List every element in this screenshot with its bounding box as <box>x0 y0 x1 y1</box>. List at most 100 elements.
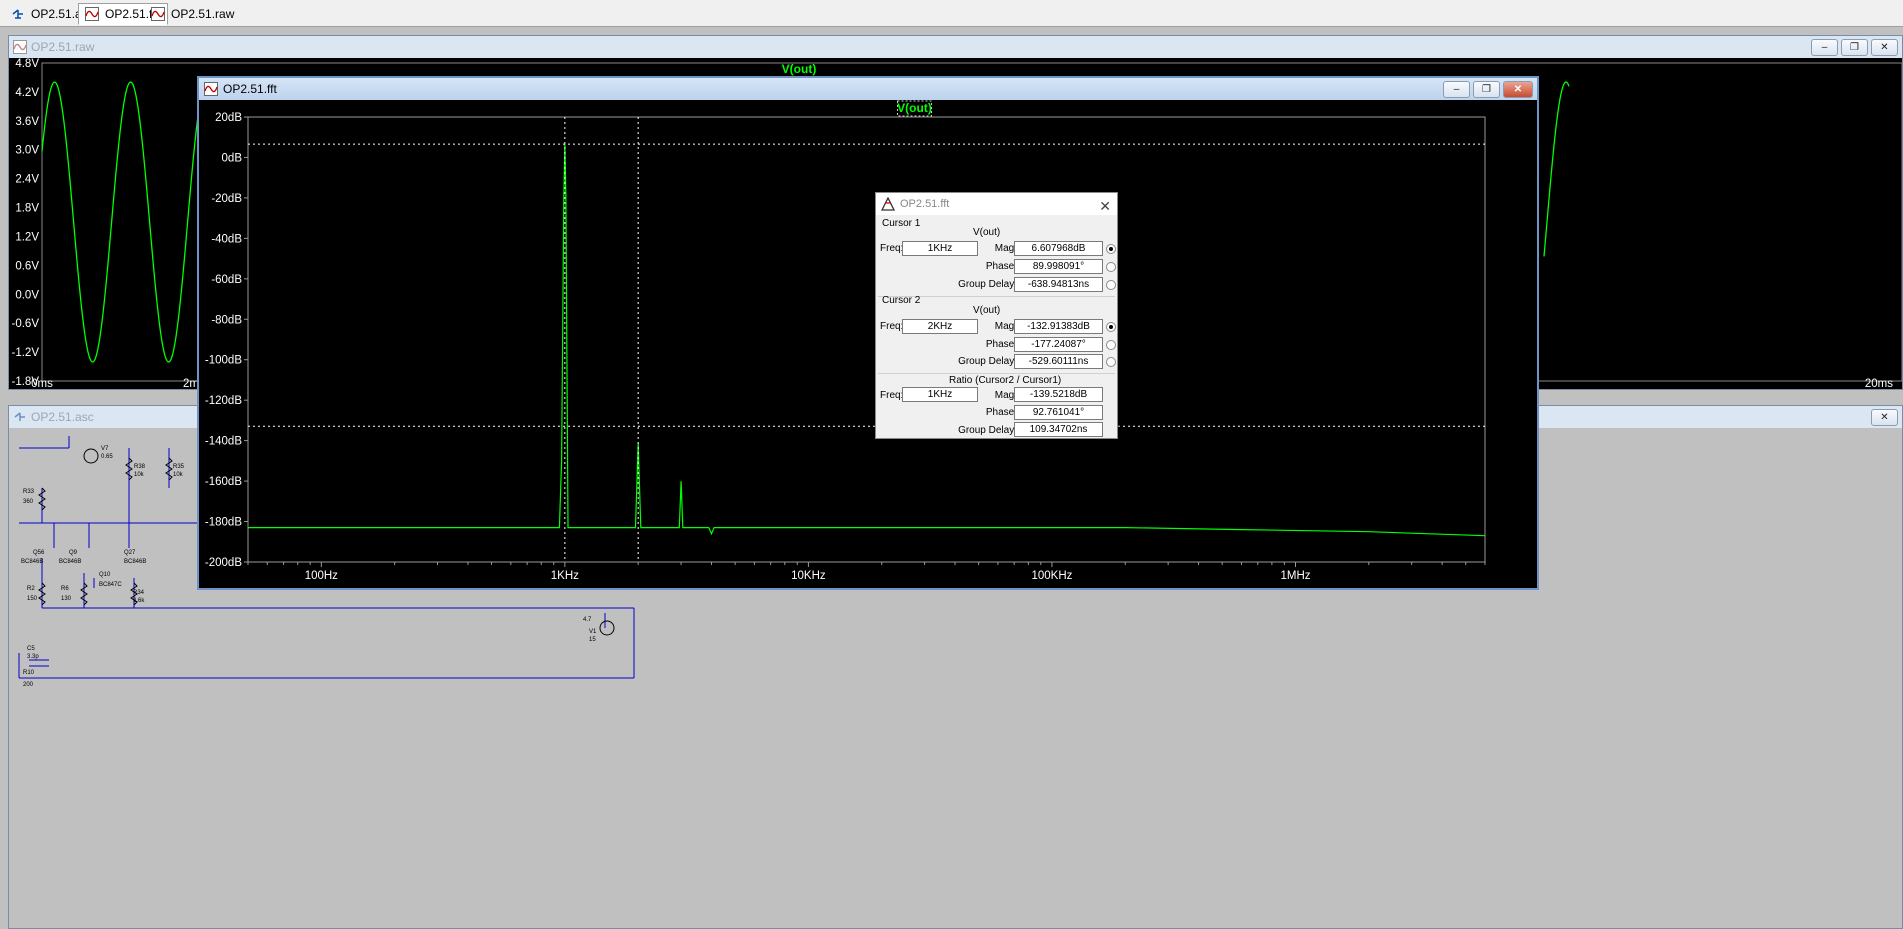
cursor1-freq-field[interactable]: 1KHz <box>902 241 978 256</box>
divider <box>878 373 1115 374</box>
component-label: BC847C <box>99 582 122 588</box>
y-tick-label: -80dB <box>211 314 242 326</box>
cursor1-group-delay-radio[interactable] <box>1106 280 1116 290</box>
y-tick-label: 3.0V <box>15 145 39 157</box>
waveform-icon <box>85 7 99 21</box>
component-label: 3.3p <box>27 654 39 660</box>
y-tick-label: -40dB <box>211 233 242 245</box>
waveform-icon <box>204 82 218 96</box>
close-button[interactable]: ✕ <box>1503 81 1533 98</box>
schematic-icon <box>12 9 23 19</box>
y-tick-label: -1.2V <box>12 347 40 359</box>
x-tick-label: 1KHz <box>551 570 579 582</box>
restore-button[interactable]: ❐ <box>1473 81 1500 98</box>
cursor2-group-delay-radio[interactable] <box>1106 357 1116 367</box>
cursor-readout-dialog[interactable]: OP2.51.fft ✕ Cursor 1 V(out) Freq: 1KHz … <box>875 192 1118 439</box>
ratio-phase-field[interactable]: 92.761041° <box>1014 405 1103 420</box>
component-label: Q9 <box>69 550 78 556</box>
fft-window[interactable]: OP2.51.fft – ❐ ✕ 20dB 0dB -20dB -40dB -60dB -… <box>197 76 1539 590</box>
component-label: 130 <box>61 596 72 602</box>
component-label: R2 <box>27 586 35 592</box>
component-label: 0.65 <box>101 454 113 460</box>
ratio-freq-label: Freq: <box>880 390 904 401</box>
y-tick-label: -100dB <box>205 355 242 367</box>
window-title: OP2.51.raw <box>31 40 95 54</box>
fft-plot-area[interactable]: 20dB 0dB -20dB -40dB -60dB -80dB -100dB -120dB -… <box>199 100 1537 588</box>
y-tick-label: 4.8V <box>15 58 39 70</box>
component-label: BC846B <box>59 559 81 565</box>
component-label: V7 <box>101 446 109 452</box>
cursor2-freq-field[interactable]: 2KHz <box>902 319 978 334</box>
ratio-heading: Ratio (Cursor2 / Cursor1) <box>949 375 1062 386</box>
ratio-group-delay-field[interactable]: 109.34702ns <box>1014 422 1103 437</box>
waveform-icon <box>151 7 165 21</box>
cursor1-trace: V(out) <box>973 227 1001 238</box>
document-tab-bar: OP2.51.asc OP2.51.fft OP2.51.raw <box>0 0 1903 27</box>
restore-button[interactable]: ❐ <box>1841 39 1868 56</box>
component-label: Q27 <box>124 550 136 556</box>
y-tick-label: 0dB <box>222 152 243 164</box>
component-label: R10 <box>23 670 35 676</box>
ltspice-workspace: OP2.51.asc OP2.51.fft OP2.51.raw OP2.51.… <box>0 0 1903 929</box>
ratio-phase-label: Phase: <box>985 407 1017 418</box>
component-label: Q56 <box>33 550 45 556</box>
cursor1-mag-radio[interactable] <box>1106 244 1116 254</box>
component-label: 4.7 <box>583 617 592 623</box>
y-tick-label: -0.6V <box>12 318 40 330</box>
cursor2-group-delay-field[interactable]: -529.60111ns <box>1014 354 1103 369</box>
x-tick-label: 10KHz <box>791 570 826 582</box>
cursor1-group-delay-field[interactable]: -638.94813ns <box>1014 277 1103 292</box>
close-button[interactable]: ✕ <box>1871 409 1898 426</box>
y-tick-label: 20dB <box>215 112 242 124</box>
component-label: R33 <box>23 489 35 495</box>
component-label: R38 <box>134 464 146 470</box>
cursor2-phase-radio[interactable] <box>1106 340 1116 350</box>
ratio-mag-label: Mag: <box>994 390 1017 401</box>
y-tick-label: -60dB <box>211 274 242 286</box>
ratio-mag-field[interactable]: -139.5218dB <box>1014 387 1103 402</box>
ratio-freq-field[interactable]: 1KHz <box>902 387 978 402</box>
y-tick-label: 4.2V <box>15 87 39 99</box>
y-tick-label: 1.8V <box>15 203 39 215</box>
cursor2-phase-field[interactable]: -177.24087° <box>1014 337 1103 352</box>
y-tick-label: -140dB <box>205 436 242 448</box>
close-icon[interactable]: ✕ <box>1099 195 1111 217</box>
component-label: BC846B <box>21 559 43 565</box>
cursor1-group-delay-label: Group Delay: <box>958 279 1017 290</box>
trace-label: V(out) <box>897 101 932 115</box>
cursor1-phase-radio[interactable] <box>1106 262 1116 272</box>
component-label: 200 <box>23 682 34 688</box>
close-button[interactable]: ✕ <box>1871 39 1898 56</box>
cursor2-phase-label: Phase: <box>985 339 1017 350</box>
tab-op2-51-raw[interactable]: OP2.51.raw <box>144 3 243 25</box>
x-tick-label: 100Hz <box>305 570 338 582</box>
cursor1-phase-field[interactable]: 89.998091° <box>1014 259 1103 274</box>
cursor1-phase-label: Phase: <box>985 261 1017 272</box>
cursor2-mag-radio[interactable] <box>1106 322 1116 332</box>
voltage-source-symbol <box>83 448 99 464</box>
y-tick-label: -160dB <box>205 476 242 488</box>
component-label: 10k <box>173 472 184 478</box>
window-titlebar[interactable]: OP2.51.raw – ❐ ✕ <box>9 36 1902 58</box>
x-tick-label: 20ms <box>1865 378 1893 389</box>
cursor2-mag-field[interactable]: -132.91383dB <box>1014 319 1103 334</box>
component-label: 15 <box>589 637 596 643</box>
trace-label: V(out) <box>782 62 817 76</box>
cursor2-trace: V(out) <box>973 305 1001 316</box>
dialog-titlebar[interactable]: OP2.51.fft ✕ <box>876 193 1117 215</box>
y-tick-label: -200dB <box>205 557 242 569</box>
component-label: C5 <box>27 646 35 652</box>
voltage-source-symbol <box>599 620 615 636</box>
minimize-button[interactable]: – <box>1443 81 1470 98</box>
cursor1-mag-field[interactable]: 6.607968dB <box>1014 241 1103 256</box>
component-label: 360 <box>23 499 34 505</box>
x-tick-label: 1MHz <box>1280 570 1310 582</box>
y-tick-label: -20dB <box>211 193 242 205</box>
window-titlebar[interactable]: OP2.51.fft – ❐ ✕ <box>199 78 1537 100</box>
component-label: Q10 <box>99 572 111 578</box>
y-tick-label: 3.6V <box>15 116 39 128</box>
x-tick-label: 0ms <box>31 378 53 389</box>
y-tick-label: -180dB <box>205 517 242 529</box>
minimize-button[interactable]: – <box>1811 39 1838 56</box>
y-tick-label: 2.4V <box>15 174 39 186</box>
